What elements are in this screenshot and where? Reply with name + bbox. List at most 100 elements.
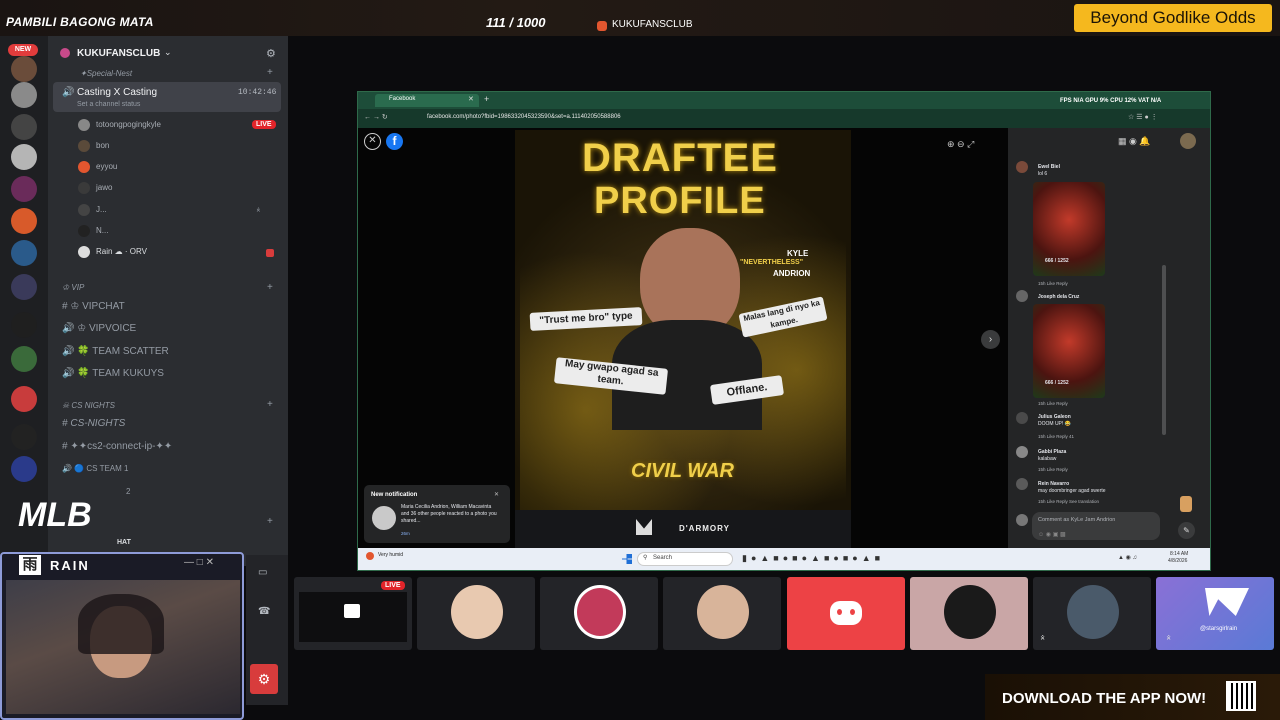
commenter-avatar[interactable] — [1016, 412, 1028, 424]
participant-tile[interactable] — [1156, 577, 1274, 650]
channel-status[interactable]: Set a channel status — [77, 101, 140, 108]
fb-header-icons[interactable]: ▦ ◉ 🔔 — [1118, 136, 1151, 147]
add-member-icon[interactable]: ⚙ — [266, 47, 276, 60]
profile-avatar[interactable] — [1180, 133, 1196, 149]
channel-vipvoice[interactable]: 🔊 ♔ VIPVOICE — [62, 321, 136, 337]
comment-meta[interactable]: 15h Like Reply — [1038, 281, 1068, 286]
add-channel-icon[interactable]: + — [267, 67, 273, 78]
live-badge: LIVE — [381, 581, 405, 590]
comment-author[interactable]: Rein Navarro — [1038, 481, 1069, 487]
new-tab-icon[interactable]: + — [484, 94, 489, 104]
voice-channel-name: Casting X Casting — [77, 87, 158, 98]
player-nickname: "NEVERTHELESS" — [740, 259, 804, 266]
participant-tile[interactable] — [910, 577, 1028, 650]
close-viewer-icon[interactable]: ✕ — [364, 133, 381, 150]
player-name-bottom: ANDRION — [773, 269, 811, 278]
channel-team-scatter[interactable]: 🔊 🍀 TEAM SCATTER — [62, 344, 169, 360]
browser-toolbar-icons[interactable]: ☆ ☰ ● ⋮ — [1128, 113, 1158, 121]
voice-user[interactable]: eyyou — [78, 159, 117, 175]
taskbar-search[interactable] — [637, 552, 733, 566]
voice-user[interactable]: Rain ☁ · ORV — [78, 244, 147, 260]
server-icon[interactable] — [11, 144, 37, 170]
disconnect-icon[interactable]: ☎ — [258, 606, 270, 617]
event-logo: CIVIL WAR — [631, 460, 734, 482]
comment-text: DOOM UP! 😂 — [1038, 421, 1071, 427]
participant-tile[interactable] — [663, 577, 781, 650]
channel-fragment: HAT — [117, 539, 131, 546]
comment-author[interactable]: Joseph dela Cruz — [1038, 294, 1079, 300]
add-channel-icon[interactable]: + — [267, 282, 273, 293]
comment-meta[interactable]: 15h Like Reply 41 — [1038, 434, 1074, 439]
channel-cs2-connect[interactable]: # ✦✦cs2-connect-ip-✦✦ — [62, 439, 172, 455]
server-icon[interactable] — [11, 386, 37, 412]
comment-meta[interactable]: 15h Like Reply See translation — [1038, 499, 1099, 504]
taskbar-app-icons[interactable]: ▮●▲■●■●▲■●■●▲■ — [742, 553, 884, 564]
chevron-down-icon[interactable]: ⌄ — [164, 47, 172, 58]
server-icon[interactable] — [11, 114, 37, 140]
voice-user[interactable]: jawo — [78, 180, 112, 196]
channel-cs-team-1[interactable]: 🔊 🔵 CS TEAM 1 — [62, 461, 128, 477]
server-icon[interactable] — [11, 240, 37, 266]
next-photo-icon[interactable]: › — [981, 330, 1000, 349]
tab-close-icon[interactable]: ✕ — [468, 95, 474, 103]
poster-title-2: PROFILE — [594, 180, 766, 222]
search-icon: ⚲ — [643, 555, 648, 561]
perf-stats: FPS N/A GPU 9% CPU 12% VAT N/A — [1060, 98, 1162, 104]
comments-scrollbar[interactable] — [1162, 265, 1166, 435]
voice-user[interactable]: J... — [78, 202, 107, 218]
comment-image[interactable] — [1033, 304, 1105, 398]
screen-icon[interactable]: ▭ — [258, 567, 267, 578]
live-badge: LIVE — [252, 120, 276, 129]
comment-meta[interactable]: 15h Like Reply — [1038, 401, 1068, 406]
comment-author[interactable]: Julius Galeon — [1038, 414, 1071, 420]
channel-team-kukuys[interactable]: 🔊 🍀 TEAM KUKUYS — [62, 366, 164, 382]
server-icon[interactable] — [11, 176, 37, 202]
url-field[interactable]: facebook.com/photo?fbid=1986332045323590… — [427, 114, 621, 120]
channel-vipchat[interactable]: # ♔ VIPCHAT — [62, 299, 125, 315]
channel-cs-team-2[interactable]: 2 — [126, 484, 130, 500]
server-icon[interactable] — [11, 456, 37, 482]
server-name[interactable]: KUKUFANSCLUB — [77, 48, 160, 59]
category-cs-nights[interactable]: ☠ CS NIGHTS — [62, 401, 115, 410]
nav-back-icon[interactable]: ← → ↻ — [364, 113, 388, 121]
add-channel-icon[interactable]: + — [267, 516, 273, 527]
category-special-nest[interactable]: ✦Special-Nest — [80, 69, 132, 78]
goal-counter: 111 / 1000 — [486, 15, 546, 30]
server-icon[interactable] — [11, 312, 37, 338]
add-channel-icon[interactable]: + — [267, 399, 273, 410]
server-icon[interactable] — [11, 424, 37, 450]
commenter-avatar[interactable] — [1016, 478, 1028, 490]
comment-text: may doombringer agad swerte — [1038, 488, 1106, 494]
comment-image[interactable] — [1033, 182, 1105, 276]
comment-meta[interactable]: 15h Like Reply — [1038, 467, 1068, 472]
participant-tile[interactable] — [540, 577, 658, 650]
tray-icons[interactable]: ▲ ◉ ♫ — [1118, 554, 1137, 561]
server-icon[interactable] — [11, 82, 37, 108]
facebook-logo-icon[interactable]: f — [386, 133, 403, 150]
participant-tile[interactable] — [1033, 577, 1151, 650]
comment-tools-icons[interactable]: ☺ ◉ ▣ ▩ — [1038, 531, 1066, 538]
server-icon[interactable] — [11, 346, 37, 372]
voice-user[interactable]: bon — [78, 138, 109, 154]
commenter-avatar[interactable] — [1016, 161, 1028, 173]
settings-gear-icon[interactable]: ⚙ — [250, 664, 278, 694]
weather-text: Very humid — [378, 552, 404, 558]
voice-user[interactable]: N... — [78, 223, 108, 239]
participant-tile[interactable] — [417, 577, 535, 650]
server-icon[interactable] — [11, 274, 37, 300]
comment-author[interactable]: Ewel Biel — [1038, 164, 1060, 170]
voice-user[interactable]: totoongpogingkyle — [78, 117, 161, 133]
chat-head-icon[interactable] — [1180, 496, 1192, 512]
notification-close-icon[interactable]: ✕ — [494, 491, 499, 498]
muted-icon: ⨰ — [1040, 632, 1046, 642]
server-icon — [597, 21, 607, 31]
server-icon[interactable] — [11, 208, 37, 234]
commenter-avatar[interactable] — [1016, 446, 1028, 458]
edit-icon[interactable]: ✎ — [1178, 522, 1195, 539]
category-vip[interactable]: ♔ VIP — [62, 283, 84, 292]
comment-author[interactable]: Gabbi Plaza — [1038, 449, 1066, 455]
commenter-avatar[interactable] — [1016, 290, 1028, 302]
server-icon[interactable] — [11, 56, 37, 82]
channel-cs-nights[interactable]: # CS-NIGHTS — [62, 416, 125, 432]
zoom-controls-icon[interactable]: ⊕ ⊖ ⤢ — [947, 139, 974, 150]
